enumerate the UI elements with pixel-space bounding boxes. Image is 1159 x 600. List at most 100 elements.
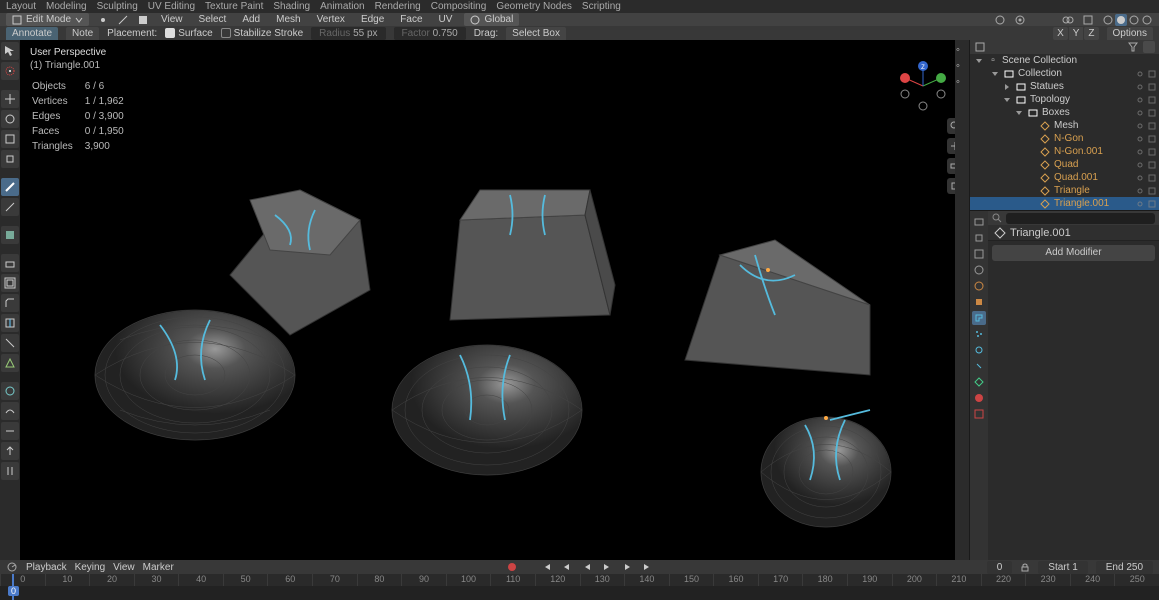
- proportional-icon[interactable]: [1014, 14, 1026, 26]
- menu-select[interactable]: Select: [195, 14, 231, 25]
- select-tool[interactable]: [1, 42, 19, 60]
- overlays-icon[interactable]: [1062, 14, 1074, 26]
- eye-icon[interactable]: [1135, 108, 1145, 118]
- tree-row[interactable]: Collection: [970, 67, 1159, 80]
- menu-playback[interactable]: Playback: [26, 562, 67, 573]
- constraints-tab[interactable]: [972, 359, 986, 373]
- disable-icon[interactable]: [1147, 95, 1157, 105]
- tab[interactable]: Scripting: [582, 1, 621, 12]
- current-frame[interactable]: 0: [987, 561, 1013, 574]
- mesh-data-tab[interactable]: [972, 375, 986, 389]
- xray-icon[interactable]: [1082, 14, 1094, 26]
- menu-add[interactable]: Add: [238, 14, 264, 25]
- knife-tool[interactable]: [1, 334, 19, 352]
- material-shading-icon[interactable]: [1128, 14, 1140, 26]
- loopcut-tool[interactable]: [1, 314, 19, 332]
- polybuild-tool[interactable]: [1, 354, 19, 372]
- disable-icon[interactable]: [1147, 147, 1157, 157]
- rip-tool[interactable]: [1, 462, 19, 480]
- cursor-tool[interactable]: [1, 62, 19, 80]
- surface-checkbox[interactable]: Surface: [165, 28, 212, 39]
- disable-icon[interactable]: [1147, 69, 1157, 79]
- render-tab[interactable]: [972, 215, 986, 229]
- eye-icon[interactable]: [1135, 147, 1145, 157]
- next-key-icon[interactable]: [621, 561, 633, 573]
- tree-row[interactable]: Statues: [970, 80, 1159, 93]
- tree-row[interactable]: Quad.001: [970, 171, 1159, 184]
- tab[interactable]: Sculpting: [97, 1, 138, 12]
- tab[interactable]: Texture Paint: [205, 1, 263, 12]
- layer-field[interactable]: Note: [66, 27, 99, 40]
- menu-keying[interactable]: Keying: [75, 562, 106, 573]
- prev-key-icon[interactable]: [561, 561, 573, 573]
- shrink-tool[interactable]: [1, 442, 19, 460]
- jump-end-icon[interactable]: [641, 561, 653, 573]
- bevel-tool[interactable]: [1, 294, 19, 312]
- edge-slide-tool[interactable]: [1, 422, 19, 440]
- filter-icon[interactable]: [1127, 41, 1139, 53]
- item-tab[interactable]: ◦: [956, 44, 968, 56]
- outliner-type-icon[interactable]: [974, 41, 986, 53]
- material-tab[interactable]: [972, 391, 986, 405]
- outliner-tree[interactable]: ▫Scene CollectionCollectionStatuesTopolo…: [970, 54, 1159, 210]
- timeline-type-icon[interactable]: [6, 561, 18, 573]
- move-tool[interactable]: [1, 90, 19, 108]
- output-tab[interactable]: [972, 231, 986, 245]
- spin-tool[interactable]: [1, 382, 19, 400]
- start-frame[interactable]: Start 1: [1038, 561, 1087, 574]
- options-dropdown[interactable]: Options: [1107, 27, 1153, 40]
- tree-row[interactable]: ▫Scene Collection: [970, 54, 1159, 67]
- disable-icon[interactable]: [1147, 108, 1157, 118]
- 3d-viewport[interactable]: User Perspective (1) Triangle.001 Object…: [20, 40, 969, 568]
- tab[interactable]: Layout: [6, 1, 36, 12]
- inset-tool[interactable]: [1, 274, 19, 292]
- eye-icon[interactable]: [1135, 95, 1145, 105]
- eye-icon[interactable]: [1135, 69, 1145, 79]
- modifiers-tab[interactable]: [972, 311, 986, 325]
- smooth-tool[interactable]: [1, 402, 19, 420]
- menu-uv[interactable]: UV: [435, 14, 457, 25]
- auto-key-icon[interactable]: [507, 562, 517, 572]
- scene-tab[interactable]: [972, 263, 986, 277]
- tab[interactable]: Geometry Nodes: [496, 1, 572, 12]
- disable-icon[interactable]: [1147, 82, 1157, 92]
- menu-mesh[interactable]: Mesh: [272, 14, 304, 25]
- disable-icon[interactable]: [1147, 160, 1157, 170]
- mode-dropdown[interactable]: Edit Mode: [6, 13, 89, 26]
- scale-tool[interactable]: [1, 130, 19, 148]
- rotate-tool[interactable]: [1, 110, 19, 128]
- menu-view[interactable]: View: [157, 14, 187, 25]
- viewlayer-tab[interactable]: [972, 247, 986, 261]
- eye-icon[interactable]: [1135, 121, 1145, 131]
- lock-icon[interactable]: [1020, 562, 1030, 572]
- solid-shading-icon[interactable]: [1115, 14, 1127, 26]
- tree-row[interactable]: Mesh: [970, 119, 1159, 132]
- eye-icon[interactable]: [1135, 173, 1145, 183]
- orientation-dropdown[interactable]: Global: [464, 13, 519, 26]
- measure-tool[interactable]: [1, 198, 19, 216]
- disable-icon[interactable]: [1147, 121, 1157, 131]
- jump-start-icon[interactable]: [541, 561, 553, 573]
- factor-field[interactable]: Factor 0.750: [394, 27, 466, 40]
- tree-row[interactable]: Triangle.001: [970, 197, 1159, 210]
- mirror-y[interactable]: Y: [1069, 27, 1084, 40]
- disable-icon[interactable]: [1147, 173, 1157, 183]
- timeline-ruler[interactable]: 0102030405060708090100110120130140150160…: [0, 574, 1159, 600]
- object-tab[interactable]: [972, 295, 986, 309]
- mirror-z[interactable]: Z: [1084, 27, 1098, 40]
- search-input[interactable]: [1006, 213, 1155, 224]
- add-cube-tool[interactable]: [1, 226, 19, 244]
- navigation-gizmo[interactable]: Z: [895, 58, 951, 114]
- tab[interactable]: UV Editing: [148, 1, 195, 12]
- tool-tab[interactable]: ◦: [956, 60, 968, 72]
- menu-edge[interactable]: Edge: [357, 14, 388, 25]
- menu-vertex[interactable]: Vertex: [313, 14, 349, 25]
- end-frame[interactable]: End 250: [1096, 561, 1153, 574]
- physics-tab[interactable]: [972, 343, 986, 357]
- extrude-tool[interactable]: [1, 254, 19, 272]
- eye-icon[interactable]: [1135, 186, 1145, 196]
- eye-icon[interactable]: [1135, 82, 1145, 92]
- tree-row[interactable]: Topology: [970, 93, 1159, 106]
- tab[interactable]: Modeling: [46, 1, 87, 12]
- transform-tool[interactable]: [1, 150, 19, 168]
